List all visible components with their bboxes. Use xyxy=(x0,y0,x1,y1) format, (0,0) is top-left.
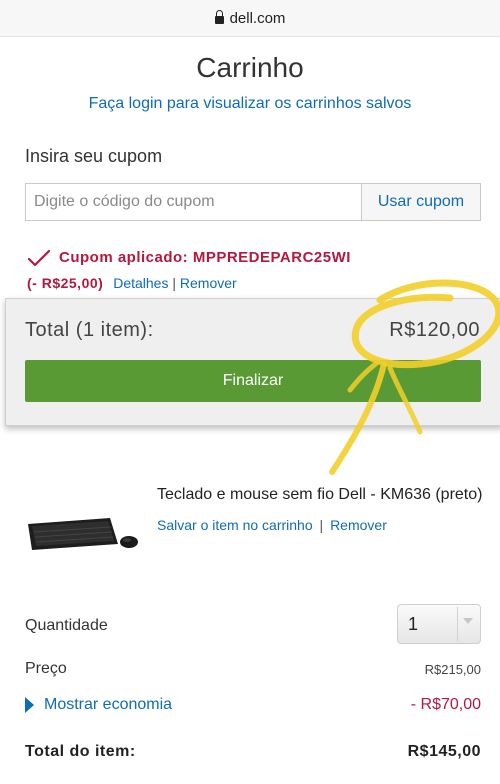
total-value: R$120,00 xyxy=(389,319,480,341)
lock-icon xyxy=(214,10,224,24)
separator: | xyxy=(319,517,324,533)
item-total-label: Total do item: xyxy=(25,743,136,760)
login-link[interactable]: Faça login para visualizar os carrinhos … xyxy=(0,95,500,113)
expand-arrow-icon[interactable] xyxy=(25,697,34,713)
page-title: Carrinho xyxy=(196,52,304,83)
apply-coupon-button[interactable]: Usar cupom xyxy=(361,183,481,221)
separator: | xyxy=(172,275,176,291)
coupon-discount: (- R$25,00) xyxy=(27,275,104,291)
url-bar[interactable]: dell.com xyxy=(0,0,500,37)
quantity-label: Quantidade xyxy=(25,617,108,634)
coupon-details-row: (- R$25,00) Detalhes | Remover xyxy=(27,275,237,291)
savings-value: - R$70,00 xyxy=(410,696,481,713)
save-item-link[interactable]: Salvar o item no carrinho xyxy=(157,517,313,533)
keyboard-mouse-image[interactable] xyxy=(24,514,144,554)
remove-item-link[interactable]: Remover xyxy=(330,517,387,533)
total-label: Total (1 item): xyxy=(25,319,154,341)
product-name[interactable]: Teclado e mouse sem fio Dell - KM636 (pr… xyxy=(157,486,482,504)
quantity-value[interactable]: 1 xyxy=(408,614,418,635)
show-savings-link[interactable]: Mostrar economia xyxy=(44,696,172,714)
price-value: R$215,00 xyxy=(424,662,481,677)
url-domain: dell.com xyxy=(229,9,286,27)
item-total-value: R$145,00 xyxy=(407,743,481,760)
coupon-label: Insira seu cupom xyxy=(25,146,163,166)
price-label: Preço xyxy=(25,660,67,677)
select-divider xyxy=(457,607,458,641)
coupon-input[interactable] xyxy=(25,183,361,221)
product-actions: Salvar o item no carrinho | Remover xyxy=(157,517,387,533)
coupon-applied-text: Cupom aplicado: MPPREDEPARC25WI xyxy=(59,249,351,266)
coupon-details-link[interactable]: Detalhes xyxy=(113,275,168,291)
chevron-down-icon[interactable] xyxy=(463,618,473,624)
checkmark-icon xyxy=(28,249,50,267)
checkout-button[interactable]: Finalizar xyxy=(25,360,481,402)
coupon-remove-link[interactable]: Remover xyxy=(180,275,237,291)
